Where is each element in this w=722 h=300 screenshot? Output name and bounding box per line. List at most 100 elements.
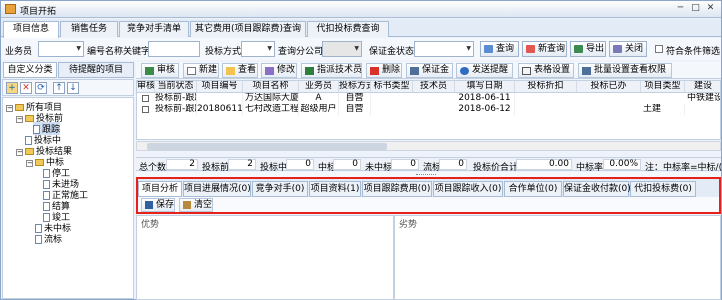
close-icon[interactable]: ✕ (704, 3, 717, 15)
row-checkbox[interactable] (142, 95, 149, 102)
collapse-icon[interactable]: − (6, 105, 13, 112)
bid-method-select[interactable] (241, 41, 275, 57)
grid-cell[interactable]: 2018-06-11 (455, 93, 515, 104)
grid-cell[interactable]: 自营 (339, 104, 371, 115)
grid-cell[interactable]: 万达国际大厦 (245, 93, 299, 104)
grid-cell[interactable]: 七村改造工程 (245, 104, 299, 115)
row-checkbox[interactable] (142, 106, 149, 113)
tab-sales-tasks[interactable]: 销售任务 (60, 21, 118, 37)
column-header[interactable]: 项目编号 (197, 81, 243, 93)
permissions-icon (582, 67, 591, 75)
column-header[interactable]: 项目类型 (641, 81, 685, 93)
column-header[interactable]: 标书类型 (371, 81, 413, 93)
left-tabs: 自定义分类 待提醒的项目 (1, 62, 134, 78)
folder-add-icon[interactable]: + (6, 82, 18, 94)
grid-cell[interactable]: 投标前-跟踪 (155, 104, 197, 115)
disadvantage-label: 劣势 (399, 220, 418, 230)
assign-icon (305, 67, 314, 75)
collapse-icon[interactable]: − (16, 116, 23, 123)
disadvantage-field[interactable]: 劣势 (394, 215, 721, 300)
grid-cell[interactable]: 20180611001 (197, 104, 243, 115)
column-header[interactable]: 项目名称 (243, 81, 299, 93)
grid-horizontal-scrollbar[interactable] (136, 141, 721, 151)
grid-cell[interactable]: 中铁建设 (687, 93, 720, 104)
grid-cell[interactable] (197, 93, 243, 104)
export-icon (574, 45, 583, 53)
app-icon (5, 4, 16, 14)
collapse-icon[interactable]: − (26, 160, 33, 167)
grid-cell[interactable]: 投标前-跟踪 (155, 93, 197, 104)
folder-icon (35, 159, 44, 166)
assign-technician-button[interactable]: 指派技术员 (301, 63, 362, 78)
table-settings-button[interactable]: 表格设置 (518, 63, 574, 78)
bid-method-label: 投标方式 (205, 47, 242, 57)
void-value: 0 (439, 159, 467, 170)
export-button[interactable]: 导出 (570, 41, 606, 57)
new-button[interactable]: 新建 (183, 63, 219, 78)
grid-cell[interactable]: A (299, 93, 339, 104)
document-icon (35, 235, 42, 244)
won-value: 0 (333, 159, 361, 170)
column-header[interactable]: 投标折扣 (515, 81, 577, 93)
new-query-icon (526, 45, 535, 53)
new-query-button[interactable]: 新查询 (522, 41, 567, 57)
main-toolbar: 审核 新建 查看 修改 指派技术员 删除 保证金 发送提醒 表格设置 批量设置查… (136, 62, 721, 79)
column-header[interactable]: 建设 (685, 81, 720, 93)
folder-icon (15, 104, 24, 111)
column-header[interactable]: 技术员 (413, 81, 455, 93)
title-bar: 项目开拓 ─ □ ✕ (1, 1, 721, 18)
tree-node-void[interactable]: 流标 (35, 232, 62, 245)
table-icon (522, 67, 531, 75)
delete-button[interactable]: 删除 (366, 63, 402, 78)
send-reminder-button[interactable]: 发送提醒 (456, 63, 513, 78)
win-rate-value: 0.00% (603, 159, 641, 170)
tab-custom-category[interactable]: 自定义分类 (3, 62, 57, 78)
column-header[interactable]: 当前状态 (155, 81, 197, 93)
tab-reminder-projects[interactable]: 待提醒的项目 (58, 62, 134, 78)
advantage-field[interactable]: 优势 (136, 215, 394, 300)
tab-project-info[interactable]: 项目信息 (3, 21, 59, 38)
folder-icon (25, 148, 34, 155)
app-window: 项目开拓 ─ □ ✕ 项目信息 销售任务 竞争对手清单 其它费用(项目跟踪费)查… (0, 0, 722, 300)
tab-bid-fee-query[interactable]: 代扣投标费查询 (307, 21, 389, 37)
column-header[interactable]: 填写日期 (455, 81, 515, 93)
delete-icon[interactable]: ✕ (20, 82, 32, 94)
maximize-icon[interactable]: □ (689, 3, 702, 15)
before-bid-value: 2 (228, 159, 256, 170)
keyword-input[interactable] (148, 41, 200, 57)
salesperson-select[interactable] (38, 41, 84, 57)
minimize-icon[interactable]: ─ (674, 3, 687, 15)
refresh-icon[interactable]: ⟳ (35, 82, 47, 94)
tree-toolbar: + ✕ ⟳ ↑ ↓ (2, 79, 134, 96)
grid-cell[interactable]: 超级用户 (299, 104, 339, 115)
query-company-select[interactable] (322, 41, 362, 57)
column-header[interactable]: 投标已办 (577, 81, 641, 93)
main-tabs: 项目信息 销售任务 竞争对手清单 其它费用(项目跟踪费)查询 代扣投标费查询 (1, 19, 721, 38)
grid-cell[interactable]: 2018-06-12 (455, 104, 515, 115)
up-icon[interactable]: ↑ (53, 82, 65, 94)
deposit-button[interactable]: 保证金 (406, 63, 453, 78)
column-header[interactable]: 审核 (137, 81, 155, 93)
edit-button[interactable]: 修改 (261, 63, 297, 78)
query-button[interactable]: 查询 (480, 41, 519, 57)
approve-button[interactable]: 审核 (141, 63, 179, 78)
batch-permissions-button[interactable]: 批量设置查看权限 (578, 63, 672, 78)
match-all-checkbox[interactable] (655, 45, 663, 53)
keyword-label: 编号名称关键字 (87, 47, 151, 57)
view-button[interactable]: 查看 (222, 63, 258, 78)
folder-icon (25, 115, 34, 122)
lost-value: 0 (391, 159, 419, 170)
grid-cell[interactable]: 土建 (643, 104, 685, 115)
bid-sum-value: 0.00 (516, 159, 572, 170)
down-icon[interactable]: ↓ (67, 82, 79, 94)
scrollbar-thumb[interactable] (147, 143, 387, 150)
column-header[interactable]: 业务员 (299, 81, 339, 93)
tab-competitors[interactable]: 竞争对手清单 (119, 21, 189, 37)
collapse-icon[interactable]: − (16, 149, 23, 156)
folder-open-icon (226, 67, 235, 75)
close-button[interactable]: 关闭 (609, 41, 647, 57)
tab-other-costs[interactable]: 其它费用(项目跟踪费)查询 (190, 21, 306, 37)
column-header[interactable]: 投标方式 (339, 81, 371, 93)
grid-cell[interactable]: 自营 (339, 93, 371, 104)
deposit-status-select[interactable] (414, 41, 474, 57)
